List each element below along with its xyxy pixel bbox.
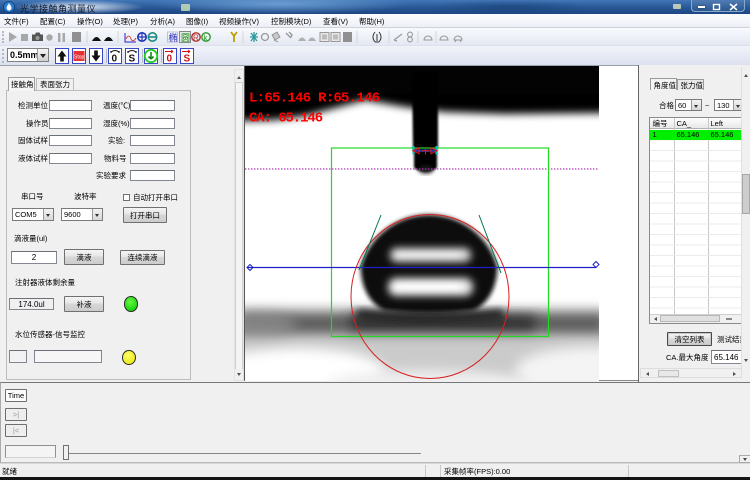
svg-text:S: S — [184, 54, 191, 65]
svg-text:椭: 椭 — [169, 32, 178, 43]
svg-text:圆: 圆 — [181, 33, 190, 43]
svg-text:Stop: Stop — [74, 55, 85, 61]
svg-text:L:65.146 R:65.146: L:65.146 R:65.146 — [249, 91, 380, 107]
svg-text:R: R — [193, 34, 199, 43]
svg-text:0: 0 — [112, 54, 118, 65]
svg-text:S: S — [129, 54, 136, 65]
svg-text:0: 0 — [167, 54, 173, 65]
svg-text:CA: 65.146: CA: 65.146 — [249, 111, 323, 127]
